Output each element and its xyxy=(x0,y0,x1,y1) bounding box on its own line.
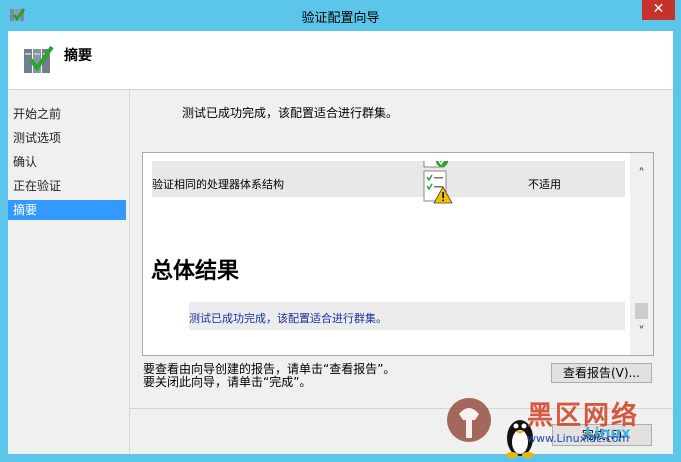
sidebar-item-summary[interactable]: 摘要 xyxy=(8,200,126,220)
sidebar-item-before-you-begin[interactable]: 开始之前 xyxy=(8,104,126,124)
instruction-finish: 要关闭此向导，请单击“完成”。 xyxy=(143,375,312,389)
divider xyxy=(130,408,673,409)
wizard-steps-sidebar: 开始之前 测试选项 确认 正在验证 摘要 xyxy=(8,90,130,454)
sidebar-item-validating[interactable]: 正在验证 xyxy=(8,176,126,196)
scroll-down-arrow-icon[interactable]: ˅ xyxy=(630,325,653,341)
sidebar-item-confirmation[interactable]: 确认 xyxy=(8,152,126,172)
test-status: 不适用 xyxy=(528,178,561,191)
overall-result-box: 测试已成功完成，该配置适合进行群集。 xyxy=(189,302,625,330)
page-header: 摘要 xyxy=(8,31,673,90)
warning-checklist-icon xyxy=(423,161,453,204)
test-name: 验证相同的处理器体系结构 xyxy=(152,178,284,191)
report-viewer[interactable]: 验证相同的处理器体系结构 不适用 总体结果 测试已成功完成，该配置适合进行群集。… xyxy=(142,152,654,356)
sidebar-item-testing-options[interactable]: 测试选项 xyxy=(8,128,126,148)
status-message: 测试已成功完成，该配置适合进行群集。 xyxy=(182,106,399,120)
instructions: 要查看由向导创建的报告，请单击“查看报告”。 要关闭此向导，请单击“完成”。 xyxy=(143,363,395,389)
overall-result-heading: 总体结果 xyxy=(151,259,240,284)
view-report-button[interactable]: 查看报告(V)... xyxy=(551,363,652,383)
scroll-thumb[interactable] xyxy=(635,303,648,319)
title-bar[interactable]: 验证配置向导 ✕ xyxy=(0,0,681,31)
vertical-scrollbar[interactable]: ˄ ˅ xyxy=(630,153,653,355)
main-content: 测试已成功完成，该配置适合进行群集。 验证相同的处理器体系结构 不适用 总体结果… xyxy=(130,90,673,454)
page-title: 摘要 xyxy=(64,48,92,64)
cluster-validate-icon xyxy=(24,45,54,73)
finish-button[interactable]: 完成(F) xyxy=(552,424,652,446)
window-title: 验证配置向导 xyxy=(301,11,380,26)
close-button[interactable]: ✕ xyxy=(642,0,675,20)
test-result-row: 验证相同的处理器体系结构 不适用 xyxy=(152,161,625,204)
wizard-window: 验证配置向导 ✕ 摘要 开始之前 测试选项 确认 正在验证 摘要 测试已成功完成… xyxy=(0,0,681,462)
scroll-up-arrow-icon[interactable]: ˄ xyxy=(630,167,653,183)
overall-result-text: 测试已成功完成，该配置适合进行群集。 xyxy=(189,312,387,325)
